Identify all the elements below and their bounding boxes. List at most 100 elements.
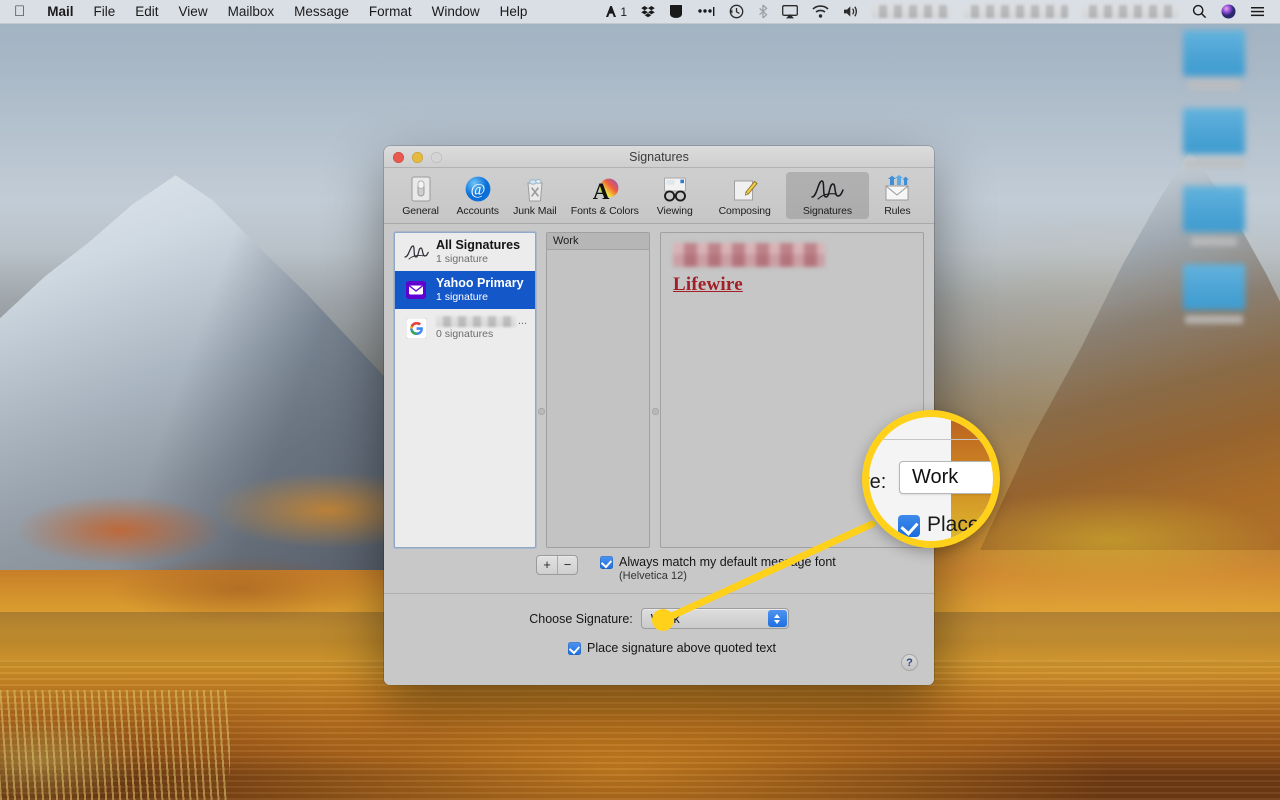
signatures-preferences-window[interactable]: Signatures General @ Accounts Junk M xyxy=(384,146,934,685)
desktop-file-icon-2[interactable] xyxy=(1176,108,1252,168)
bluetooth-icon[interactable] xyxy=(751,0,775,24)
tab-viewing-label: Viewing xyxy=(647,205,702,217)
accounts-list[interactable]: All Signatures 1 signature Yahoo Primary… xyxy=(394,232,536,548)
google-g-icon xyxy=(403,316,429,340)
file-label-redacted xyxy=(1185,315,1243,324)
splitter-right[interactable] xyxy=(650,232,660,548)
desktop-file-icon-4[interactable] xyxy=(1176,264,1252,324)
airplay-icon[interactable] xyxy=(775,0,805,24)
match-font-checkbox-line[interactable]: Always match my default message font xyxy=(600,555,836,569)
remove-signature-button[interactable]: − xyxy=(557,556,577,574)
chevron-up-down-icon[interactable] xyxy=(768,610,787,627)
menu-bar-status-items: 1 xyxy=(598,0,1280,24)
signature-script-icon xyxy=(787,173,868,203)
signature-list-header: Work xyxy=(547,233,649,250)
menu-item-message[interactable]: Message xyxy=(284,0,359,24)
splitter-grab-handle[interactable] xyxy=(652,408,659,415)
time-machine-icon[interactable] xyxy=(722,0,751,24)
tab-fonts-colors[interactable]: A Fonts & Colors xyxy=(563,172,646,219)
account-text: All Signatures 1 signature xyxy=(436,239,520,266)
splitter-grab-handle[interactable] xyxy=(538,408,545,415)
account-name: All Signatures xyxy=(436,239,520,252)
signatures-body: All Signatures 1 signature Yahoo Primary… xyxy=(384,224,934,579)
tab-general-label: General xyxy=(393,205,448,217)
zoom-button[interactable] xyxy=(431,152,442,163)
tab-composing[interactable]: Composing xyxy=(703,172,786,219)
tab-composing-label: Composing xyxy=(704,205,785,217)
desktop-file-icon-3[interactable] xyxy=(1176,186,1252,246)
match-font-checkbox[interactable] xyxy=(600,556,613,569)
tab-junk-mail-label: Junk Mail xyxy=(507,205,562,217)
choose-signature-value: Work xyxy=(651,612,680,626)
svg-text:@: @ xyxy=(470,182,485,199)
match-font-option: Always match my default message font (He… xyxy=(600,555,836,582)
tab-accounts-label: Accounts xyxy=(450,205,505,217)
splitter-left[interactable] xyxy=(536,232,546,548)
signature-list[interactable]: Work xyxy=(546,232,650,548)
menu-item-view[interactable]: View xyxy=(169,0,218,24)
general-switch-icon xyxy=(393,173,448,203)
composing-pencil-icon xyxy=(704,173,785,203)
menu-item-format[interactable]: Format xyxy=(359,0,422,24)
redacted-status-1[interactable] xyxy=(865,0,957,24)
signature-link[interactable]: Lifewire xyxy=(673,274,911,296)
place-above-checkbox[interactable] xyxy=(568,642,581,655)
account-text: Yahoo Primary 1 signature xyxy=(436,277,524,304)
tab-general[interactable]: General xyxy=(392,172,449,219)
adobe-creative-cloud-icon[interactable]: 1 xyxy=(598,0,634,24)
add-signature-button[interactable]: + xyxy=(537,556,557,574)
window-footer: Choose Signature: Work Place signature a… xyxy=(384,593,934,685)
account-signature-count: 1 signature xyxy=(436,291,524,304)
menu-item-mail[interactable]: Mail xyxy=(37,0,83,24)
spotlight-search-icon[interactable] xyxy=(1185,0,1214,24)
account-row-all-signatures[interactable]: All Signatures 1 signature xyxy=(395,233,535,271)
help-button[interactable]: ? xyxy=(901,654,918,671)
account-row-yahoo-primary[interactable]: Yahoo Primary 1 signature xyxy=(395,271,535,309)
three-column-layout: All Signatures 1 signature Yahoo Primary… xyxy=(394,232,924,548)
menu-item-edit[interactable]: Edit xyxy=(125,0,168,24)
account-text: ... 0 signatures xyxy=(436,315,527,341)
account-row-google[interactable]: ... 0 signatures xyxy=(395,309,535,347)
choose-signature-row: Choose Signature: Work xyxy=(384,608,934,629)
minimize-button[interactable] xyxy=(412,152,423,163)
desktop-icons xyxy=(1176,30,1252,342)
redacted-status-2[interactable] xyxy=(957,0,1075,24)
yahoo-mail-icon xyxy=(403,278,429,302)
place-above-option[interactable]: Place signature above quoted text xyxy=(568,641,934,655)
file-thumbnail xyxy=(1183,186,1245,232)
tab-rules[interactable]: Rules xyxy=(869,172,926,219)
add-remove-signature-buttons: + − xyxy=(536,555,578,575)
account-name: Yahoo Primary xyxy=(436,277,524,290)
ellipsis-icon[interactable] xyxy=(690,0,722,24)
tab-accounts[interactable]: @ Accounts xyxy=(449,172,506,219)
file-label-redacted xyxy=(1188,81,1240,90)
file-thumbnail xyxy=(1183,264,1245,310)
siri-icon[interactable] xyxy=(1214,0,1243,24)
file-label-redacted xyxy=(1191,237,1237,246)
menu-item-file[interactable]: File xyxy=(84,0,126,24)
choose-signature-label: Choose Signature: xyxy=(529,612,633,626)
wifi-icon[interactable] xyxy=(805,0,836,24)
close-button[interactable] xyxy=(393,152,404,163)
display-menu-icon[interactable] xyxy=(662,0,690,24)
account-signature-count: 1 signature xyxy=(436,253,520,266)
tab-viewing[interactable]: Viewing xyxy=(646,172,703,219)
window-titlebar[interactable]: Signatures xyxy=(384,146,934,168)
tab-signatures[interactable]: Signatures xyxy=(786,172,869,219)
volume-icon[interactable] xyxy=(836,0,865,24)
notification-center-icon[interactable] xyxy=(1243,0,1272,24)
truncation-ellipsis: ... xyxy=(518,315,527,327)
tab-signatures-label: Signatures xyxy=(787,205,868,217)
tab-junk-mail[interactable]: Junk Mail xyxy=(506,172,563,219)
desktop-file-icon-1[interactable] xyxy=(1176,30,1252,90)
choose-signature-dropdown[interactable]: Work xyxy=(641,608,789,629)
signature-preview-editor[interactable]: Lifewire xyxy=(660,232,924,548)
menu-item-mailbox[interactable]: Mailbox xyxy=(218,0,285,24)
rules-arrows-icon xyxy=(870,173,925,203)
apple-logo-icon[interactable]:  xyxy=(10,4,37,19)
fonts-colors-icon: A xyxy=(564,173,645,203)
dropbox-icon[interactable] xyxy=(634,0,662,24)
redacted-status-3[interactable] xyxy=(1075,0,1185,24)
menu-item-help[interactable]: Help xyxy=(490,0,538,24)
menu-item-window[interactable]: Window xyxy=(422,0,490,24)
